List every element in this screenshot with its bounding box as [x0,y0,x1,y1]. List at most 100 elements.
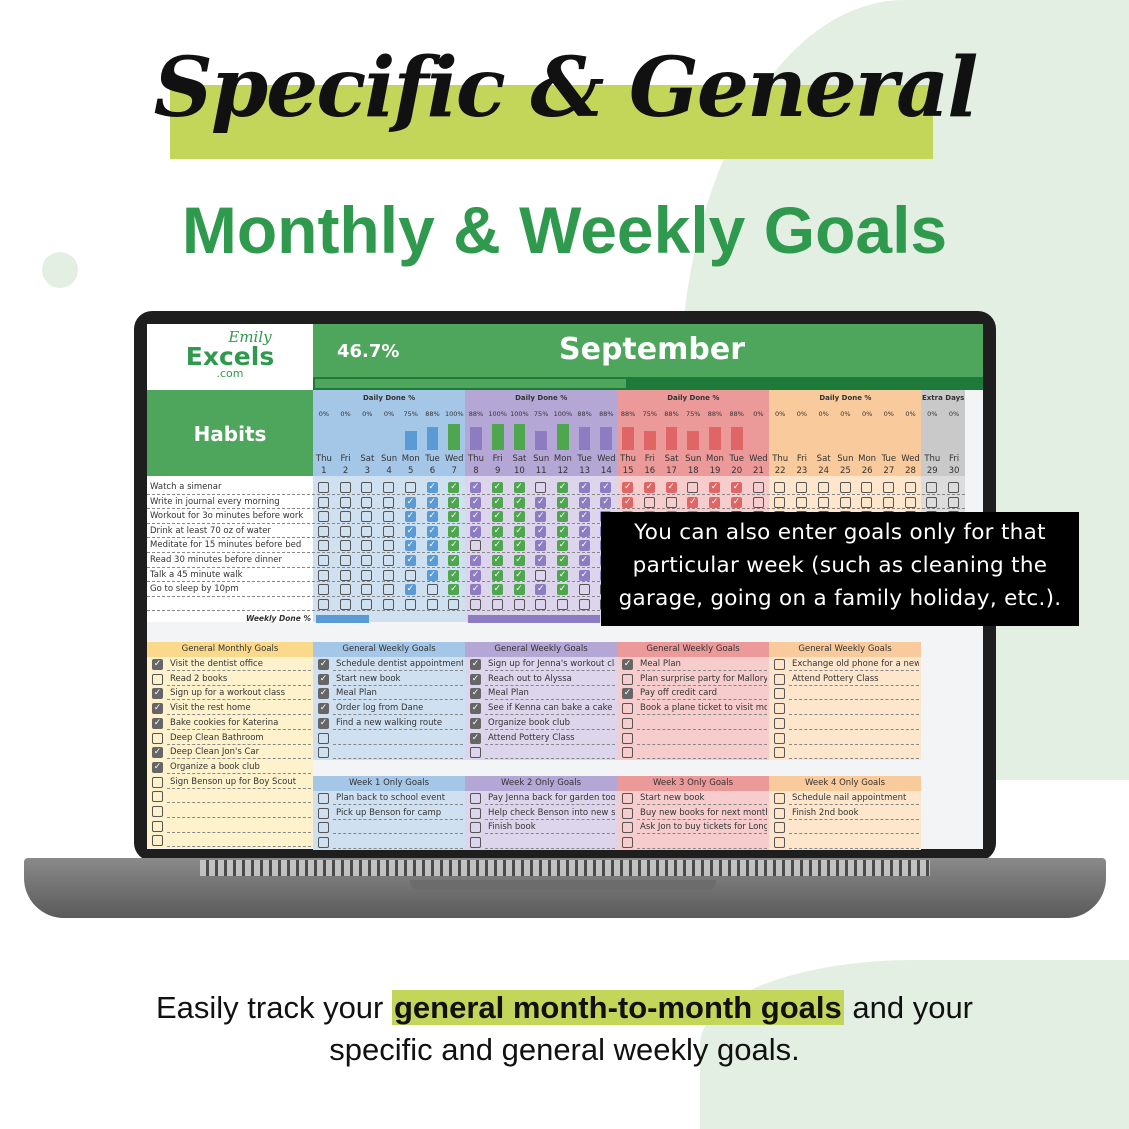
goal-checkbox[interactable] [774,688,785,700]
habit-checkbox[interactable] [339,555,351,566]
habit-checkbox[interactable]: ✓ [557,511,569,523]
habit-checkbox[interactable] [339,584,351,596]
goal-checkbox[interactable] [470,747,481,759]
habit-checkbox[interactable]: ✓ [730,496,742,508]
habit-checkbox[interactable] [318,482,329,493]
habit-checkbox[interactable]: ✓ [470,482,482,493]
goal-checkbox[interactable] [774,703,785,715]
habit-checkbox[interactable] [448,598,460,610]
habit-checkbox[interactable] [339,540,351,552]
goal-checkbox[interactable] [622,732,633,744]
goal-text[interactable]: Meal Plan [488,688,615,698]
goal-checkbox[interactable]: ✓ [470,732,481,744]
habit-checkbox[interactable]: ✓ [535,496,547,508]
goal-text[interactable]: Organize book club [488,718,615,728]
habit-checkbox[interactable] [361,569,373,581]
habit-checkbox[interactable] [339,496,351,508]
goal-text[interactable]: Find a new walking route [336,718,463,728]
habit-checkbox[interactable] [361,496,373,508]
habit-checkbox[interactable]: ✓ [513,496,525,508]
goal-text[interactable]: Attend Pottery Class [488,733,615,743]
goal-checkbox[interactable] [774,793,785,804]
goal-checkbox[interactable]: ✓ [152,747,163,759]
habit-checkbox[interactable]: ✓ [404,584,416,596]
goal-checkbox[interactable] [152,776,163,788]
goal-text[interactable]: Start new book [640,793,767,803]
habit-checkbox[interactable]: ✓ [557,525,569,537]
habit-checkbox[interactable]: ✓ [578,511,590,523]
goal-text[interactable]: Order log from Dane [336,703,463,713]
habit-checkbox[interactable] [687,482,699,493]
habit-checkbox[interactable]: ✓ [513,511,525,523]
goal-checkbox[interactable] [774,717,785,729]
habit-checkbox[interactable]: ✓ [448,540,460,552]
habit-checkbox[interactable] [383,482,395,493]
habit-checkbox[interactable]: ✓ [557,482,569,493]
goal-text[interactable]: Pick up Benson for camp [336,808,463,818]
habit-checkbox[interactable] [817,482,829,493]
habit-checkbox[interactable] [318,555,329,566]
goal-checkbox[interactable]: ✓ [152,761,163,773]
habit-checkbox[interactable]: ✓ [535,555,547,566]
habit-checkbox[interactable] [361,584,373,596]
habit-checkbox[interactable]: ✓ [491,569,503,581]
habit-checkbox[interactable] [926,496,938,508]
habit-checkbox[interactable]: ✓ [470,496,482,508]
goal-checkbox[interactable] [622,807,633,819]
goal-checkbox[interactable] [622,793,633,804]
habit-checkbox[interactable] [796,496,808,508]
habit-checkbox[interactable] [578,598,590,610]
habit-checkbox[interactable]: ✓ [513,540,525,552]
habit-checkbox[interactable]: ✓ [709,496,721,508]
habit-checkbox[interactable] [904,482,916,493]
goal-text[interactable]: Visit the dentist office [170,659,311,669]
habit-checkbox[interactable] [361,598,373,610]
goal-checkbox[interactable]: ✓ [318,659,329,670]
goal-checkbox[interactable] [318,732,329,744]
goal-checkbox[interactable] [774,747,785,759]
habit-checkbox[interactable]: ✓ [600,496,612,508]
goal-text[interactable]: Sign up for Jenna's workout class [488,659,615,669]
goal-text[interactable]: Pay Jenna back for garden tools [488,793,615,803]
habit-checkbox[interactable]: ✓ [578,496,590,508]
habit-checkbox[interactable] [513,598,525,610]
habit-checkbox[interactable]: ✓ [448,584,460,596]
habit-checkbox[interactable]: ✓ [622,496,634,508]
habit-checkbox[interactable] [361,511,373,523]
habit-checkbox[interactable] [861,482,873,493]
habit-checkbox[interactable] [361,540,373,552]
habit-checkbox[interactable] [665,496,677,508]
habit-checkbox[interactable]: ✓ [557,569,569,581]
goal-text[interactable]: Exchange old phone for a new [792,659,919,669]
goal-text[interactable]: Plan back to school event [336,793,463,803]
habit-checkbox[interactable] [383,584,395,596]
goal-checkbox[interactable] [774,732,785,744]
habit-checkbox[interactable]: ✓ [404,511,416,523]
habit-checkbox[interactable] [339,511,351,523]
habit-checkbox[interactable]: ✓ [513,569,525,581]
habit-checkbox[interactable]: ✓ [535,511,547,523]
goal-text[interactable]: See if Kenna can bake a cake for [488,703,615,713]
habit-checkbox[interactable]: ✓ [448,525,460,537]
habit-checkbox[interactable]: ✓ [557,555,569,566]
habit-checkbox[interactable] [882,482,894,493]
habit-checkbox[interactable] [383,569,395,581]
goal-checkbox[interactable]: ✓ [152,717,163,729]
habit-checkbox[interactable]: ✓ [470,511,482,523]
goal-checkbox[interactable]: ✓ [470,717,481,729]
goal-checkbox[interactable] [622,837,633,849]
goal-text[interactable]: Meal Plan [640,659,767,669]
habit-checkbox[interactable] [817,496,829,508]
habit-checkbox[interactable] [318,598,329,610]
habit-checkbox[interactable]: ✓ [557,584,569,596]
habit-checkbox[interactable] [578,584,590,596]
goal-checkbox[interactable] [318,822,329,834]
goal-text[interactable]: Deep Clean Bathroom [170,733,311,743]
goal-checkbox[interactable] [152,732,163,744]
habit-checkbox[interactable]: ✓ [404,496,416,508]
habit-checkbox[interactable]: ✓ [448,496,460,508]
habit-checkbox[interactable]: ✓ [535,525,547,537]
goal-text[interactable]: Schedule nail appointment [792,793,919,803]
goal-text[interactable]: Help check Benson into new school [488,808,615,818]
goal-checkbox[interactable] [470,837,481,849]
